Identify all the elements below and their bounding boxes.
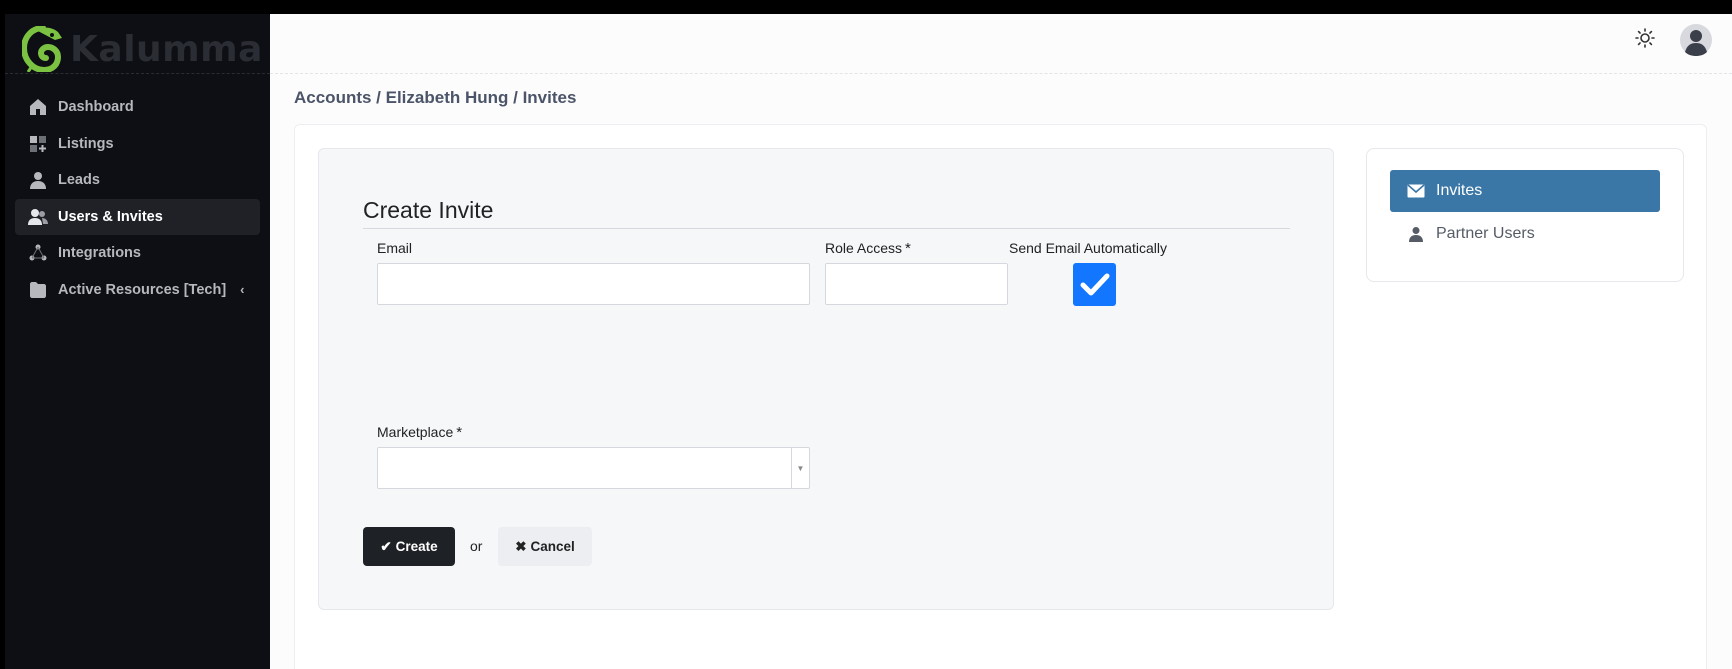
nodes-icon	[28, 243, 48, 263]
sidebar-item-active-resources[interactable]: Active Resources [Tech] ‹	[15, 272, 260, 308]
marketplace-label: Marketplace *	[377, 424, 462, 441]
chevron-left-icon[interactable]: ‹	[240, 282, 244, 297]
sidebar-item-listings[interactable]: Listings	[15, 126, 260, 162]
form-title: Create Invite	[363, 197, 494, 223]
role-access-label: Role Access *	[825, 240, 911, 257]
envelope-icon	[1406, 181, 1426, 201]
dropdown-arrow-icon[interactable]: ▼	[791, 448, 809, 488]
cancel-button[interactable]: ✖ Cancel	[498, 527, 592, 566]
or-separator: or	[470, 538, 483, 554]
send-email-label: Send Email Automatically	[1009, 240, 1167, 256]
create-invite-form: Create Invite Email Role Access * Send Em…	[318, 148, 1334, 610]
home-icon	[28, 97, 48, 117]
email-label-text: Email	[377, 240, 413, 256]
sidebar-nav: Dashboard Listings Leads Users & Invites…	[15, 89, 260, 309]
side-nav-label: Partner Users	[1436, 225, 1535, 242]
side-nav-invites[interactable]: Invites	[1390, 170, 1660, 212]
grid-plus-icon	[28, 134, 48, 154]
sidebar-item-label: Users & Invites	[58, 208, 163, 225]
chameleon-logo-icon	[22, 26, 62, 72]
sidebar-item-users-invites[interactable]: Users & Invites	[15, 198, 260, 235]
user-icon	[1406, 224, 1426, 244]
side-nav-card: Invites Partner Users	[1366, 148, 1684, 282]
role-access-label-text: Role Access	[825, 240, 903, 256]
role-access-field[interactable]	[825, 263, 1008, 305]
sidebar-item-label: Listings	[58, 135, 114, 152]
cancel-button-label: Cancel	[530, 539, 575, 554]
create-button[interactable]: ✔ Create	[363, 527, 455, 566]
content-wrapper: Create Invite Email Role Access * Send Em…	[270, 14, 1732, 669]
sidebar-item-label: Active Resources [Tech]	[58, 281, 227, 298]
sidebar: Kalumma Dashboard Listings Leads Users &…	[5, 14, 270, 669]
required-mark: *	[905, 240, 911, 257]
sidebar-item-label: Leads	[58, 172, 100, 189]
sidebar-divider	[5, 73, 270, 74]
required-mark: *	[456, 424, 463, 441]
sidebar-item-leads[interactable]: Leads	[15, 162, 260, 198]
form-divider	[363, 228, 1290, 229]
check-icon: ✔	[380, 538, 392, 554]
user-icon	[28, 170, 48, 190]
side-nav-partner-users[interactable]: Partner Users	[1390, 213, 1660, 255]
users-icon	[28, 207, 48, 227]
send-email-checkbox[interactable]	[1073, 263, 1116, 306]
x-icon: ✖	[515, 538, 527, 554]
checkmark-icon	[1080, 273, 1109, 295]
email-label: Email	[377, 240, 412, 256]
create-button-label: Create	[395, 539, 438, 554]
logo[interactable]: Kalumma	[22, 19, 263, 79]
marketplace-label-text: Marketplace	[377, 424, 454, 440]
sidebar-item-label: Dashboard	[58, 99, 134, 115]
marketplace-select[interactable]: ▼	[377, 447, 810, 489]
side-nav-label: Invites	[1436, 182, 1483, 199]
sidebar-item-integrations[interactable]: Integrations	[15, 235, 260, 271]
sidebar-item-label: Integrations	[58, 245, 141, 262]
sidebar-item-dashboard[interactable]: Dashboard	[15, 89, 260, 125]
brand-name: Kalumma	[70, 28, 263, 70]
folder-icon	[28, 280, 48, 300]
email-field[interactable]	[377, 263, 810, 305]
